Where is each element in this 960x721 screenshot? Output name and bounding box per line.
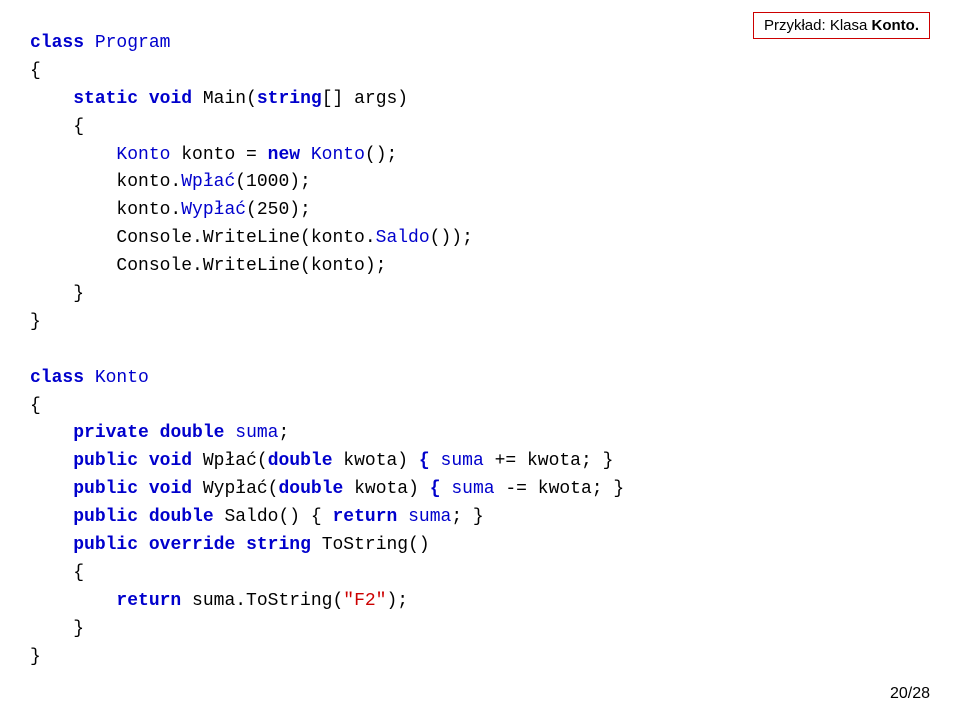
kw-override: override: [149, 535, 235, 555]
label-prefix: Przykład: Klasa: [764, 17, 872, 34]
code-line-18: public double Saldo() { return suma; }: [30, 504, 930, 532]
code-area: class Program { static void Main(string[…: [30, 30, 930, 671]
type-konto-2: Konto: [311, 145, 365, 165]
kw-void-2: void: [149, 451, 192, 471]
string-f2: "F2": [343, 591, 386, 611]
kw-return-1: return: [332, 507, 397, 527]
label-bold: Konto.: [872, 17, 919, 34]
brace-open-1: {: [419, 451, 430, 471]
brace-open-2: {: [430, 479, 441, 499]
code-line-4: {: [30, 114, 930, 142]
method-wplac-1: Wpłać: [181, 172, 235, 192]
type-string: string: [257, 89, 322, 109]
code-line-14: {: [30, 393, 930, 421]
kw-private: private: [73, 423, 149, 443]
kw-void-1: void: [149, 89, 192, 109]
code-line-8: Console.WriteLine(konto.Saldo());: [30, 225, 930, 253]
type-double-2: double: [268, 451, 333, 471]
label-box: Przykład: Klasa Konto.: [753, 12, 930, 39]
kw-public-3: public: [73, 507, 138, 527]
type-string-2: string: [246, 535, 311, 555]
var-suma-3: suma: [408, 507, 451, 527]
field-suma: suma: [235, 423, 278, 443]
code-line-21: return suma.ToString("F2");: [30, 588, 930, 616]
slide: Przykład: Klasa Konto. class Program { s…: [0, 0, 960, 721]
kw-new: new: [268, 145, 300, 165]
keyword-class-1: class: [30, 33, 84, 53]
method-saldo-call: Saldo: [376, 228, 430, 248]
code-line-17: public void Wypłać(double kwota) { suma …: [30, 476, 930, 504]
code-line-6: konto.Wpłać(1000);: [30, 169, 930, 197]
code-line-5: Konto konto = new Konto();: [30, 142, 930, 170]
code-line-11: }: [30, 309, 930, 337]
code-line-2: {: [30, 58, 930, 86]
code-line-15: private double suma;: [30, 420, 930, 448]
method-wyplac-1: Wypłać: [181, 200, 246, 220]
code-line-16: public void Wpłać(double kwota) { suma +…: [30, 448, 930, 476]
type-double-1: double: [160, 423, 225, 443]
kw-void-3: void: [149, 479, 192, 499]
code-line-10: }: [30, 281, 930, 309]
kw-public-1: public: [73, 451, 138, 471]
var-suma-1: suma: [441, 451, 484, 471]
kw-public-2: public: [73, 479, 138, 499]
code-line-23: }: [30, 644, 930, 672]
code-line-12: [30, 337, 930, 365]
class-konto: Konto: [95, 368, 149, 388]
var-suma-2: suma: [451, 479, 494, 499]
class-program: Program: [95, 33, 171, 53]
code-line-7: konto.Wypłać(250);: [30, 197, 930, 225]
kw-return-2: return: [116, 591, 181, 611]
type-konto-1: Konto: [116, 145, 170, 165]
kw-static: static: [73, 89, 138, 109]
kw-public-4: public: [73, 535, 138, 555]
code-line-19: public override string ToString(): [30, 532, 930, 560]
code-line-13: class Konto: [30, 365, 930, 393]
type-double-4: double: [149, 507, 214, 527]
code-line-9: Console.WriteLine(konto);: [30, 253, 930, 281]
page-number: 20/28: [890, 685, 930, 703]
code-line-20: {: [30, 560, 930, 588]
keyword-class-2: class: [30, 368, 84, 388]
type-double-3: double: [278, 479, 343, 499]
code-line-3: static void Main(string[] args): [30, 86, 930, 114]
code-line-22: }: [30, 616, 930, 644]
